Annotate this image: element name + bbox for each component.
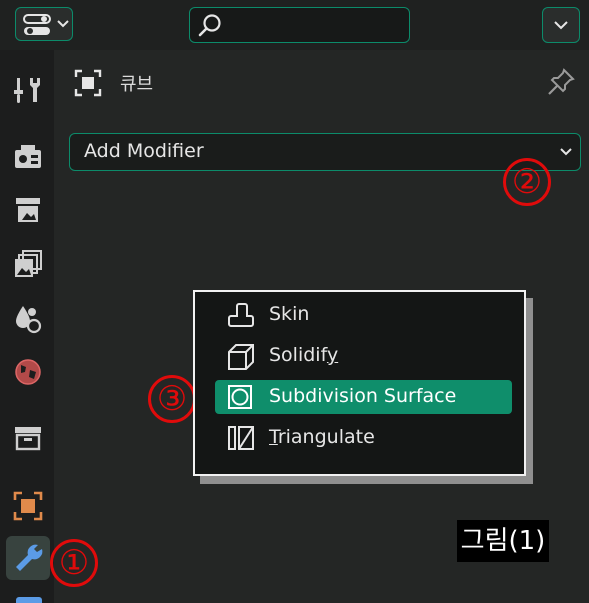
menu-item-triangulate[interactable]: Triangulate	[215, 421, 512, 455]
chevron-down-icon	[560, 148, 572, 156]
menu-item-skin[interactable]: Skin	[215, 298, 512, 332]
menu-item-label: Subdivision Surface	[269, 385, 457, 407]
collection-icon	[15, 427, 41, 451]
callout-1: ①	[50, 539, 98, 587]
tool-icon	[14, 78, 40, 103]
render-icon	[15, 145, 41, 168]
object-data-icon	[74, 69, 102, 97]
tab-modifier[interactable]	[6, 536, 50, 580]
menu-item-label: Triangulate	[269, 426, 375, 448]
solidify-icon	[228, 344, 254, 370]
triangulate-icon	[228, 426, 254, 450]
tab-scene[interactable]	[6, 296, 50, 340]
top-bar	[0, 0, 589, 50]
editor-type-button[interactable]	[15, 7, 73, 41]
add-modifier-menu: Skin Solidify Subdivision Surface Triang…	[193, 290, 526, 476]
menu-item-solidify[interactable]: Solidify	[215, 339, 512, 373]
skin-icon	[228, 303, 254, 327]
pin-icon[interactable]	[546, 67, 576, 97]
add-modifier-button[interactable]: Add Modifier	[69, 133, 581, 171]
object-name: 큐브	[120, 74, 154, 95]
menu-item-label: Skin	[269, 303, 310, 325]
tab-partial	[16, 597, 42, 603]
figure-caption: 그림(1)	[457, 520, 549, 562]
scene-icon	[16, 306, 42, 334]
editor-type-icon	[23, 14, 51, 35]
menu-item-label: Solidify	[269, 344, 339, 366]
properties-tab-bar	[0, 50, 54, 603]
menu-item-subdivision-surface[interactable]: Subdivision Surface	[215, 380, 512, 414]
tab-tool[interactable]	[6, 68, 50, 112]
chevron-down-icon	[57, 20, 69, 28]
search-icon	[198, 14, 221, 37]
subdivision-surface-icon	[228, 385, 252, 409]
world-icon	[15, 359, 41, 385]
add-modifier-label: Add Modifier	[84, 140, 204, 162]
output-icon	[16, 198, 40, 222]
object-icon	[13, 491, 43, 521]
tab-world[interactable]	[6, 350, 50, 394]
view-layer-icon	[15, 250, 42, 277]
callout-3: ③	[148, 375, 196, 423]
tab-output[interactable]	[6, 188, 50, 232]
options-dropdown-button[interactable]	[542, 7, 580, 43]
tab-collection[interactable]	[6, 416, 50, 460]
callout-2: ②	[503, 158, 551, 206]
tab-render[interactable]	[6, 134, 50, 178]
chevron-down-icon	[554, 21, 568, 30]
wrench-icon	[16, 544, 43, 571]
search-input[interactable]	[189, 7, 410, 43]
tab-view-layer[interactable]	[6, 242, 50, 286]
tab-object[interactable]	[6, 484, 50, 528]
